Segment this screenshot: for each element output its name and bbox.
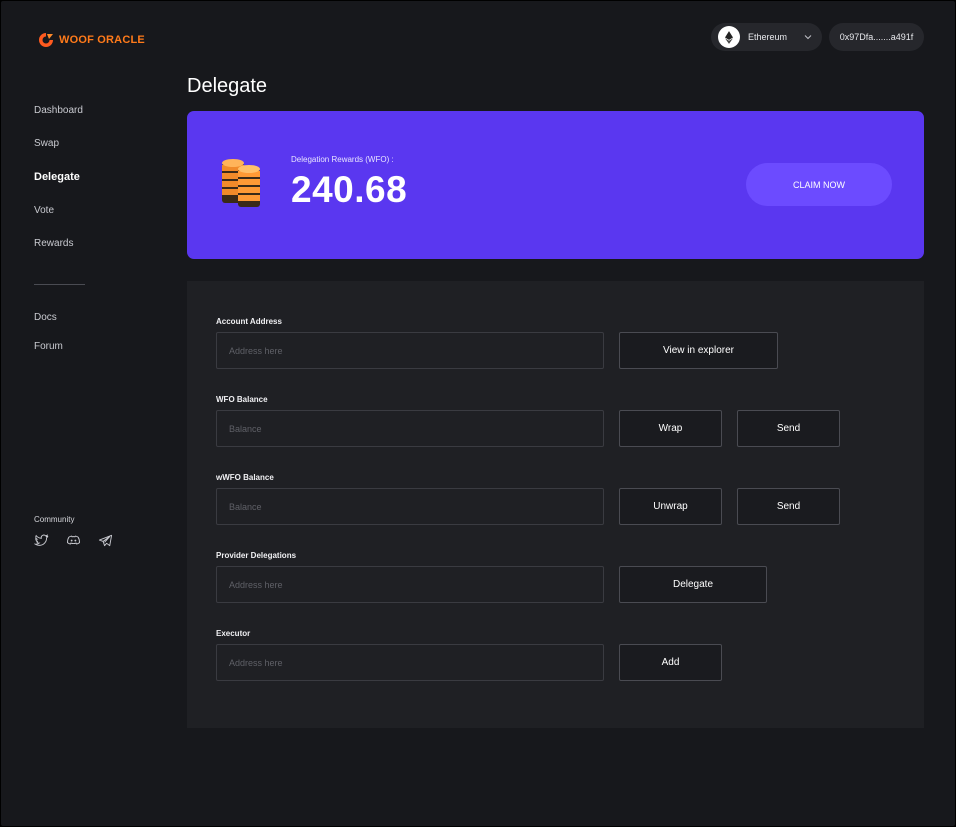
wwfo-balance-input[interactable] <box>216 488 604 525</box>
send-wwfo-button[interactable]: Send <box>737 488 840 525</box>
unwrap-button[interactable]: Unwrap <box>619 488 722 525</box>
rewards-card: Delegation Rewards (WFO) : 240.68 CLAIM … <box>187 111 924 259</box>
telegram-icon[interactable] <box>98 533 113 548</box>
community-label: Community <box>34 515 75 524</box>
ethereum-icon <box>718 26 740 48</box>
network-label: Ethereum <box>748 32 788 42</box>
network-selector[interactable]: Ethereum <box>711 23 822 51</box>
wfo-balance-label: WFO Balance <box>216 395 268 404</box>
social-links <box>33 533 113 548</box>
rewards-label: Delegation Rewards (WFO) : <box>291 155 394 164</box>
brand-logo[interactable]: WOOF ORACLE <box>37 31 145 49</box>
sidebar-item-docs[interactable]: Docs <box>34 312 63 324</box>
sidebar-item-dashboard[interactable]: Dashboard <box>34 105 83 117</box>
sidebar-nav: Dashboard Swap Delegate Vote Rewards <box>34 105 83 250</box>
claim-now-button[interactable]: CLAIM NOW <box>746 163 892 206</box>
sidebar-item-rewards[interactable]: Rewards <box>34 238 83 250</box>
coins-stack-icon <box>222 159 260 207</box>
sidebar-item-delegate[interactable]: Delegate <box>34 171 83 183</box>
send-wfo-button[interactable]: Send <box>737 410 840 447</box>
account-address-label: Account Address <box>216 317 282 326</box>
rewards-value: 240.68 <box>291 169 408 210</box>
brand-name: WOOF ORACLE <box>59 34 145 46</box>
executor-label: Executor <box>216 629 251 638</box>
delegate-button[interactable]: Delegate <box>619 566 767 603</box>
wfo-balance-input[interactable] <box>216 410 604 447</box>
view-in-explorer-button[interactable]: View in explorer <box>619 332 778 369</box>
sidebar-divider <box>34 284 85 285</box>
wwfo-balance-label: wWFO Balance <box>216 473 274 482</box>
sidebar-item-vote[interactable]: Vote <box>34 205 83 217</box>
sidebar-item-forum[interactable]: Forum <box>34 341 63 353</box>
provider-delegations-input[interactable] <box>216 566 604 603</box>
delegation-form-panel: Account Address View in explorer WFO Bal… <box>187 281 924 728</box>
executor-input[interactable] <box>216 644 604 681</box>
wrap-button[interactable]: Wrap <box>619 410 722 447</box>
app-window: WOOF ORACLE Dashboard Swap Delegate Vote… <box>1 1 955 826</box>
sidebar-secondary-nav: Docs Forum <box>34 312 63 353</box>
provider-delegations-label: Provider Delegations <box>216 551 297 560</box>
wallet-address-button[interactable]: 0x97Dfa.......a491f <box>829 23 924 51</box>
page-title: Delegate <box>187 75 268 97</box>
sidebar-item-swap[interactable]: Swap <box>34 138 83 150</box>
woof-oracle-logo-icon <box>39 33 53 47</box>
twitter-icon[interactable] <box>33 533 49 548</box>
account-address-input[interactable] <box>216 332 604 369</box>
add-executor-button[interactable]: Add <box>619 644 722 681</box>
discord-icon[interactable] <box>66 533 81 548</box>
chevron-down-icon <box>804 35 812 40</box>
